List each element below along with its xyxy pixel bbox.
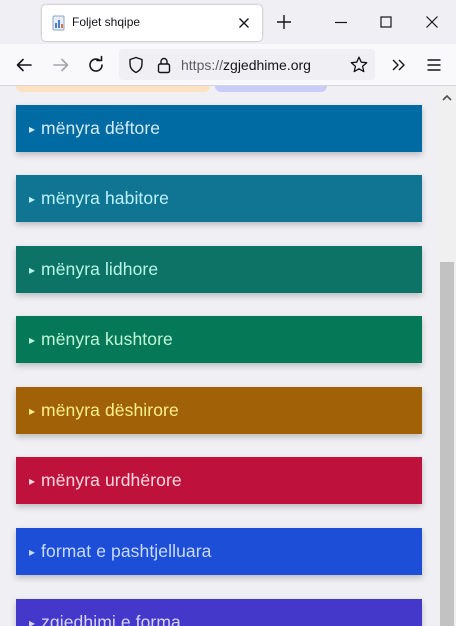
tab-strip: Foljet shqipe (0, 0, 456, 44)
expand-triangle-icon: ▸ (29, 403, 36, 418)
section-zgjedhimi-e-forma[interactable]: ▸ zgjedhimi e forma (16, 599, 422, 626)
section-format-e-pashtjelluara[interactable]: ▸ format e pashtjelluara (16, 528, 422, 575)
new-tab-plus-icon[interactable] (274, 12, 294, 32)
window-close-icon[interactable] (422, 12, 442, 32)
section-menyra-urdherore[interactable]: ▸ mënyra urdhërore (16, 457, 422, 504)
tab-close-icon[interactable] (235, 14, 253, 32)
hamburger-menu-icon[interactable] (424, 55, 444, 75)
section-menyra-lidhore[interactable]: ▸ mënyra lidhore (16, 246, 422, 293)
page-content: ▸ mënyra dëftore ▸ mënyra habitore ▸ mën… (0, 86, 438, 626)
section-label: zgjedhimi e forma (41, 612, 181, 626)
section-label: mënyra kushtore (41, 329, 173, 349)
reload-icon[interactable] (86, 55, 106, 75)
bookmark-star-icon[interactable] (349, 55, 369, 75)
page-favicon-icon (51, 15, 67, 31)
section-label: mënyra dëftore (41, 118, 161, 138)
expand-triangle-icon: ▸ (29, 262, 36, 277)
previous-button-edge[interactable] (215, 86, 327, 92)
window-maximize-icon[interactable] (376, 12, 396, 32)
section-menyra-deshirore[interactable]: ▸ mënyra dëshirore (16, 387, 422, 434)
url-text[interactable]: https://zgjedhime.org (181, 57, 311, 73)
url-domain: zgjedhime.org (223, 57, 311, 73)
expand-triangle-icon: ▸ (29, 191, 36, 206)
tab-title: Foljet shqipe (72, 15, 141, 29)
expand-triangle-icon: ▸ (29, 544, 36, 559)
expand-triangle-icon: ▸ (29, 332, 36, 347)
navigation-toolbar: https://zgjedhime.org (0, 44, 456, 86)
window-minimize-icon[interactable] (331, 12, 351, 32)
url-protocol: https:// (181, 57, 224, 73)
lock-icon[interactable] (156, 56, 172, 74)
expand-triangle-icon: ▸ (29, 121, 36, 136)
section-menyra-kushtore[interactable]: ▸ mënyra kushtore (16, 316, 422, 363)
vertical-scrollbar[interactable] (438, 86, 456, 626)
section-label: mënyra lidhore (41, 259, 159, 279)
expand-triangle-icon: ▸ (29, 473, 36, 488)
address-bar[interactable]: https://zgjedhime.org (119, 49, 375, 80)
back-arrow-icon[interactable] (14, 55, 34, 75)
previous-button-edge[interactable] (16, 86, 210, 92)
overflow-chevron-icon[interactable] (389, 55, 409, 75)
browser-tab[interactable]: Foljet shqipe (42, 5, 262, 41)
scrollbar-thumb[interactable] (440, 262, 454, 626)
scroll-up-arrow-icon[interactable] (440, 90, 454, 101)
section-label: format e pashtjelluara (41, 541, 212, 561)
tracking-protection-shield-icon[interactable] (127, 56, 145, 74)
section-label: mënyra dëshirore (41, 400, 179, 420)
section-label: mënyra urdhërore (41, 470, 182, 490)
section-menyra-deftore[interactable]: ▸ mënyra dëftore (16, 105, 422, 152)
section-label: mënyra habitore (41, 188, 169, 208)
forward-arrow-icon[interactable] (51, 55, 71, 75)
section-menyra-habitore[interactable]: ▸ mënyra habitore (16, 175, 422, 222)
expand-triangle-icon: ▸ (29, 615, 36, 626)
